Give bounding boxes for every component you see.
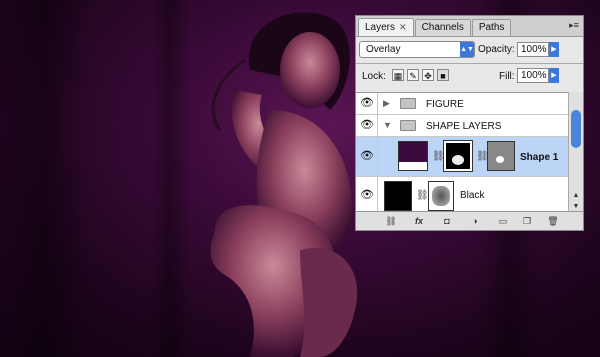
layers-panel: Layers ✕ Channels Paths ▸≡ Overlay ▲▼ Opa…: [355, 15, 584, 231]
mask-shape: [432, 186, 450, 206]
new-group-icon[interactable]: ▭: [496, 215, 510, 227]
layer-row-shape-layers[interactable]: 👁 ▼ SHAPE LAYERS: [356, 115, 568, 137]
tab-paths[interactable]: Paths: [471, 19, 512, 36]
lock-all-icon[interactable]: ■: [437, 69, 449, 81]
shadow-streak: [150, 0, 190, 357]
visibility-toggle[interactable]: 👁: [356, 115, 378, 136]
fill-label: Fill:: [499, 71, 515, 82]
divider: [356, 63, 583, 64]
mask-shape: [452, 155, 464, 165]
leg-shape: [300, 248, 358, 357]
panel-tabs: Layers ✕ Channels Paths ▸≡: [356, 16, 583, 37]
folder-icon: [400, 120, 416, 131]
expand-triangle-icon[interactable]: ▶: [383, 98, 390, 109]
layer-row-shape-1[interactable]: 👁 ⛓ ⛓ Shape 1: [356, 137, 568, 177]
vector-mask-thumbnail[interactable]: [443, 140, 473, 172]
visibility-toggle[interactable]: 👁: [356, 177, 378, 214]
mask-shape: [496, 156, 504, 163]
layer-name: SHAPE LAYERS: [426, 121, 502, 132]
mask-thumbnail[interactable]: [428, 181, 454, 211]
shadow-streak: [0, 0, 90, 357]
fill-slider-icon[interactable]: ▶: [549, 68, 559, 83]
adjustment-layer-icon[interactable]: ◑: [468, 215, 482, 227]
layer-row-black[interactable]: 👁 ⛓ Black: [356, 177, 568, 214]
lock-transparent-icon[interactable]: ▦: [392, 69, 404, 81]
tab-label: Channels: [421, 22, 464, 33]
layer-name: Shape 1: [520, 152, 559, 163]
lock-label: Lock:: [362, 71, 386, 82]
fill-input[interactable]: 100%: [517, 68, 549, 83]
opacity-input[interactable]: 100%: [517, 42, 549, 57]
panel-menu-icon[interactable]: ▸≡: [568, 19, 580, 31]
lock-image-icon[interactable]: ✎: [407, 69, 419, 81]
layer-style-icon[interactable]: fx: [412, 215, 426, 227]
layers-scrollbar[interactable]: ▲ ▼: [568, 92, 583, 213]
chevron-updown-icon: ▲▼: [460, 42, 474, 57]
link-layers-icon[interactable]: ⛓: [384, 215, 398, 227]
visibility-toggle[interactable]: 👁: [356, 137, 378, 176]
add-mask-icon[interactable]: ◘: [440, 215, 454, 227]
layer-thumbnail[interactable]: [384, 181, 412, 211]
blend-mode-select[interactable]: Overlay ▲▼: [359, 41, 475, 58]
lock-position-icon[interactable]: ✥: [422, 69, 434, 81]
color-swatch-strip: [399, 162, 427, 170]
blend-mode-value: Overlay: [366, 44, 401, 55]
opacity-slider-icon[interactable]: ▶: [549, 42, 559, 57]
tab-layers[interactable]: Layers ✕: [358, 18, 414, 36]
new-layer-icon[interactable]: ❐: [520, 215, 534, 227]
eye-icon: 👁: [360, 97, 374, 109]
tab-label: Layers: [365, 22, 396, 33]
opacity-label: Opacity:: [478, 44, 515, 55]
tab-channels[interactable]: Channels: [414, 19, 471, 36]
layers-list: 👁 ▶ FIGURE 👁 ▼ SHAPE LAYERS 👁 ⛓ ⛓ Shape …: [356, 92, 568, 214]
collapse-triangle-icon[interactable]: ▼: [383, 120, 392, 130]
layer-name: Black: [460, 190, 485, 201]
visibility-toggle[interactable]: 👁: [356, 93, 378, 114]
scroll-up-icon[interactable]: ▲: [569, 192, 583, 199]
scrollbar-thumb[interactable]: [571, 110, 581, 148]
eye-icon: 👁: [360, 150, 374, 162]
fill-thumbnail[interactable]: [398, 141, 428, 171]
layer-name: FIGURE: [426, 99, 464, 110]
folder-icon: [400, 98, 416, 109]
link-icon[interactable]: ⛓: [432, 151, 445, 162]
head-shape: [280, 32, 340, 108]
trash-icon[interactable]: 🗑: [546, 215, 560, 227]
eye-icon: 👁: [360, 189, 374, 201]
link-icon[interactable]: ⛓: [416, 190, 429, 201]
close-icon[interactable]: ✕: [399, 22, 407, 32]
layer-mask-thumbnail[interactable]: [487, 141, 515, 171]
layer-row-figure[interactable]: 👁 ▶ FIGURE: [356, 93, 568, 115]
scroll-down-icon[interactable]: ▼: [569, 203, 583, 210]
tab-label: Paths: [478, 22, 505, 33]
eye-icon: 👁: [360, 119, 374, 131]
panel-toolbar: ⛓ fx ◘ ◑ ▭ ❐ 🗑: [356, 211, 583, 230]
